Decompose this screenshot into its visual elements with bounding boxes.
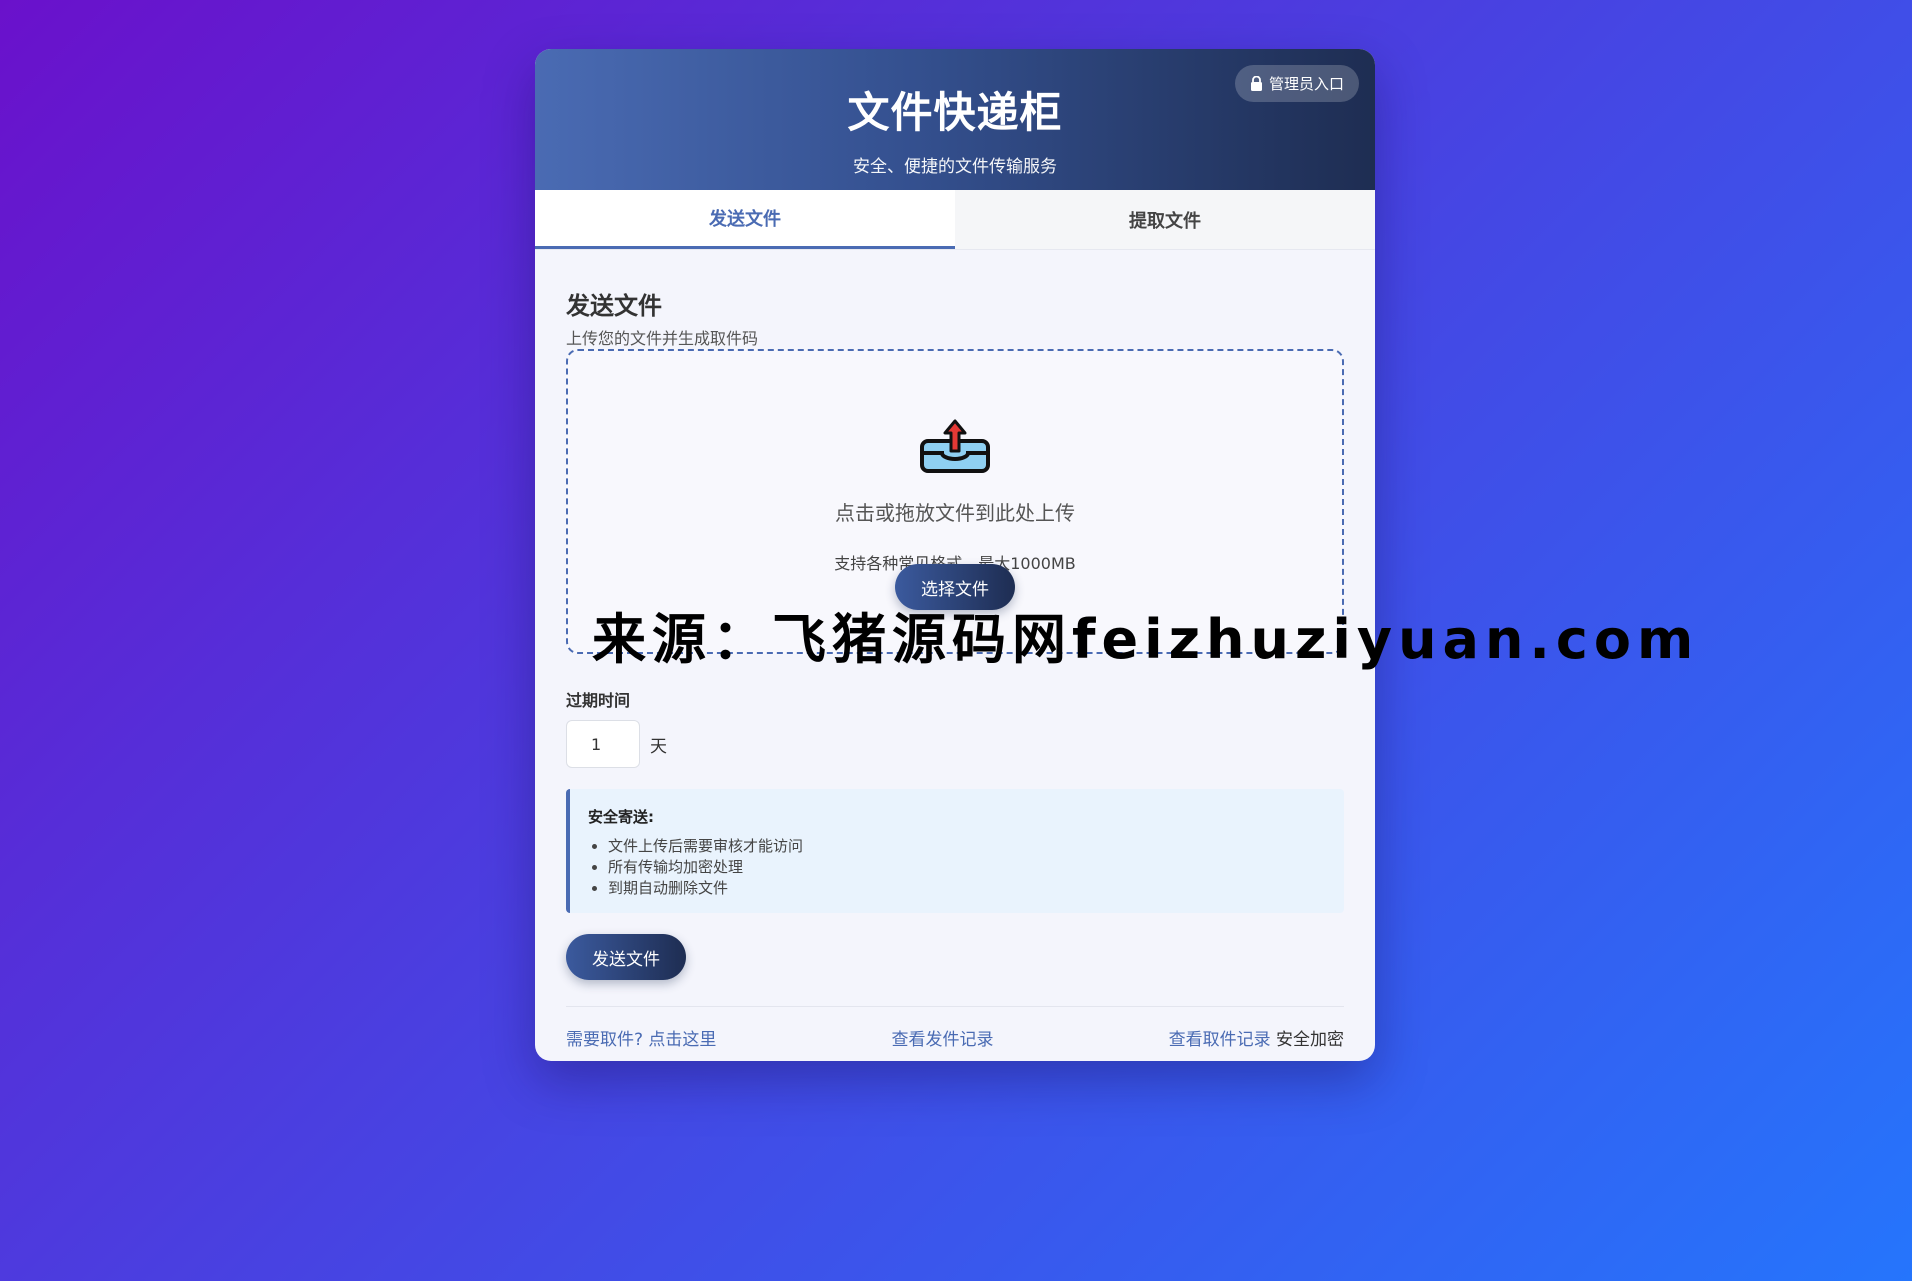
watermark-text: 来源：飞猪源码网feizhuziyuan.com <box>592 608 1700 671</box>
send-file-button[interactable]: 发送文件 <box>566 934 686 980</box>
page-subtitle: 安全、便捷的文件传输服务 <box>853 157 1057 177</box>
expiry-label: 过期时间 <box>566 691 631 710</box>
drop-text: 点击或拖放文件到此处上传 <box>835 501 1075 525</box>
tab-retrieve[interactable]: 提取文件 <box>955 190 1375 249</box>
expiry-unit: 天 <box>650 736 667 757</box>
lock-icon <box>1250 76 1262 91</box>
retrieve-records-link[interactable]: 查看取件记录 <box>1169 1030 1271 1050</box>
expiry-days-input[interactable] <box>566 720 640 768</box>
footer-links: 需要取件? 点击这里 查看发件记录 查看取件记录 安全加密 <box>566 1006 1344 1050</box>
footer-right: 查看取件记录 安全加密 <box>1169 1025 1344 1050</box>
admin-entry-label: 管理员入口 <box>1268 75 1344 93</box>
list-item: 到期自动删除文件 <box>608 878 1324 899</box>
upload-icon <box>920 419 990 473</box>
list-item: 所有传输均加密处理 <box>608 857 1324 878</box>
send-records-link[interactable]: 查看发件记录 <box>892 1025 994 1050</box>
section-desc: 上传您的文件并生成取件码 <box>566 329 759 348</box>
file-locker-card: 文件快递柜 安全、便捷的文件传输服务 管理员入口 发送文件 提取文件 发送文件 … <box>535 49 1375 1061</box>
secure-text: 安全加密 <box>1276 1030 1344 1050</box>
tab-bar: 发送文件 提取文件 <box>535 190 1375 250</box>
admin-entry-button[interactable]: 管理员入口 <box>1234 65 1359 102</box>
notice-title: 安全寄送: <box>588 808 654 826</box>
notice-list: 文件上传后需要审核才能访问 所有传输均加密处理 到期自动删除文件 <box>588 836 1324 899</box>
list-item: 文件上传后需要审核才能访问 <box>608 836 1324 857</box>
tab-send[interactable]: 发送文件 <box>535 190 955 249</box>
section-title: 发送文件 <box>566 292 662 320</box>
expiry-row: 天 <box>566 720 1344 768</box>
security-notice: 安全寄送: 文件上传后需要审核才能访问 所有传输均加密处理 到期自动删除文件 <box>566 789 1344 913</box>
header: 文件快递柜 安全、便捷的文件传输服务 管理员入口 <box>535 49 1375 190</box>
retrieve-link[interactable]: 需要取件? 点击这里 <box>566 1025 716 1050</box>
